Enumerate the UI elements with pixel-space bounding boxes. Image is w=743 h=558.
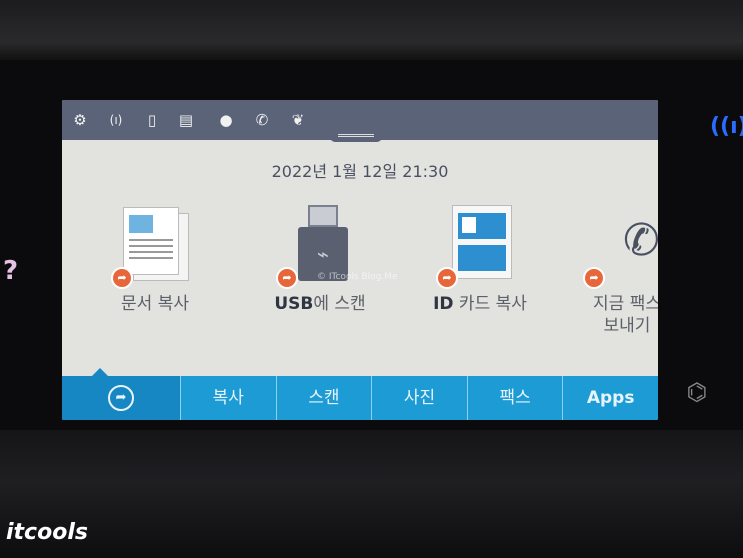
shortcut-badge-icon: ➦ bbox=[583, 267, 605, 289]
tile-label: 지금 팩스 보내기 bbox=[593, 294, 658, 336]
touch-screen: ⚙ (ı) ▯ ▤ ● ✆ ❦ 2022년 1월 12일 21:30 ➦ 문서 … bbox=[62, 100, 658, 420]
settings-icon[interactable]: ⚙ bbox=[70, 110, 90, 130]
help-icon[interactable]: ? bbox=[3, 256, 18, 286]
dashboard-pull-handle[interactable] bbox=[330, 132, 382, 142]
tile-send-fax-now[interactable]: ✆ ➦ 지금 팩스 보내기 bbox=[562, 205, 658, 337]
eco-icon[interactable]: ❦ bbox=[288, 110, 308, 130]
watermark: © ITcools Blog.Me bbox=[317, 272, 398, 282]
nfc-icon: ⌬ bbox=[686, 378, 708, 406]
tab-fax[interactable]: 팩스 bbox=[466, 376, 563, 420]
blog-logo: itcools bbox=[6, 520, 88, 545]
tile-document-copy[interactable]: ➦ 문서 복사 bbox=[90, 205, 220, 315]
tab-copy[interactable]: 복사 bbox=[180, 376, 276, 420]
ink-icon[interactable]: ● bbox=[216, 110, 236, 130]
id-card-icon: ➦ bbox=[436, 205, 520, 289]
printer-bezel-bottom bbox=[0, 430, 743, 558]
shortcut-badge-icon: ➦ bbox=[436, 267, 458, 289]
tab-photo[interactable]: 사진 bbox=[371, 376, 467, 420]
tab-scan[interactable]: 스캔 bbox=[275, 376, 372, 420]
tile-label: ID 카드 복사 bbox=[433, 294, 527, 314]
tile-scan-to-usb[interactable]: ⌁ ➦ USB에 스캔 bbox=[255, 205, 385, 315]
shortcut-badge-icon: ➦ bbox=[111, 267, 133, 289]
date-time: 2022년 1월 12일 21:30 bbox=[271, 162, 449, 181]
tile-label: USB에 스캔 bbox=[274, 294, 366, 314]
wifi-direct-icon[interactable]: ▯ bbox=[142, 110, 162, 130]
wireless-icon[interactable]: (ı) bbox=[106, 110, 126, 130]
fax-icon[interactable]: ✆ bbox=[252, 110, 272, 130]
tab-apps[interactable]: Apps bbox=[562, 376, 658, 420]
tile-id-card-copy[interactable]: ➦ ID 카드 복사 bbox=[415, 205, 545, 315]
shortcut-badge-icon: ➦ bbox=[276, 267, 298, 289]
printer-bezel-top bbox=[0, 0, 743, 60]
tab-bar: ➦ 복사 스캔 사진 팩스 Apps bbox=[62, 368, 658, 420]
tab-home[interactable]: ➦ bbox=[62, 368, 180, 420]
web-services-icon[interactable]: ▤ bbox=[176, 110, 196, 130]
fax-phone-icon: ✆ ➦ bbox=[583, 205, 658, 289]
wireless-light-icon[interactable]: ((ı)) bbox=[710, 114, 743, 139]
tile-label: 문서 복사 bbox=[121, 294, 189, 314]
document-copy-icon: ➦ bbox=[111, 205, 195, 289]
shortcuts-icon: ➦ bbox=[108, 385, 134, 411]
